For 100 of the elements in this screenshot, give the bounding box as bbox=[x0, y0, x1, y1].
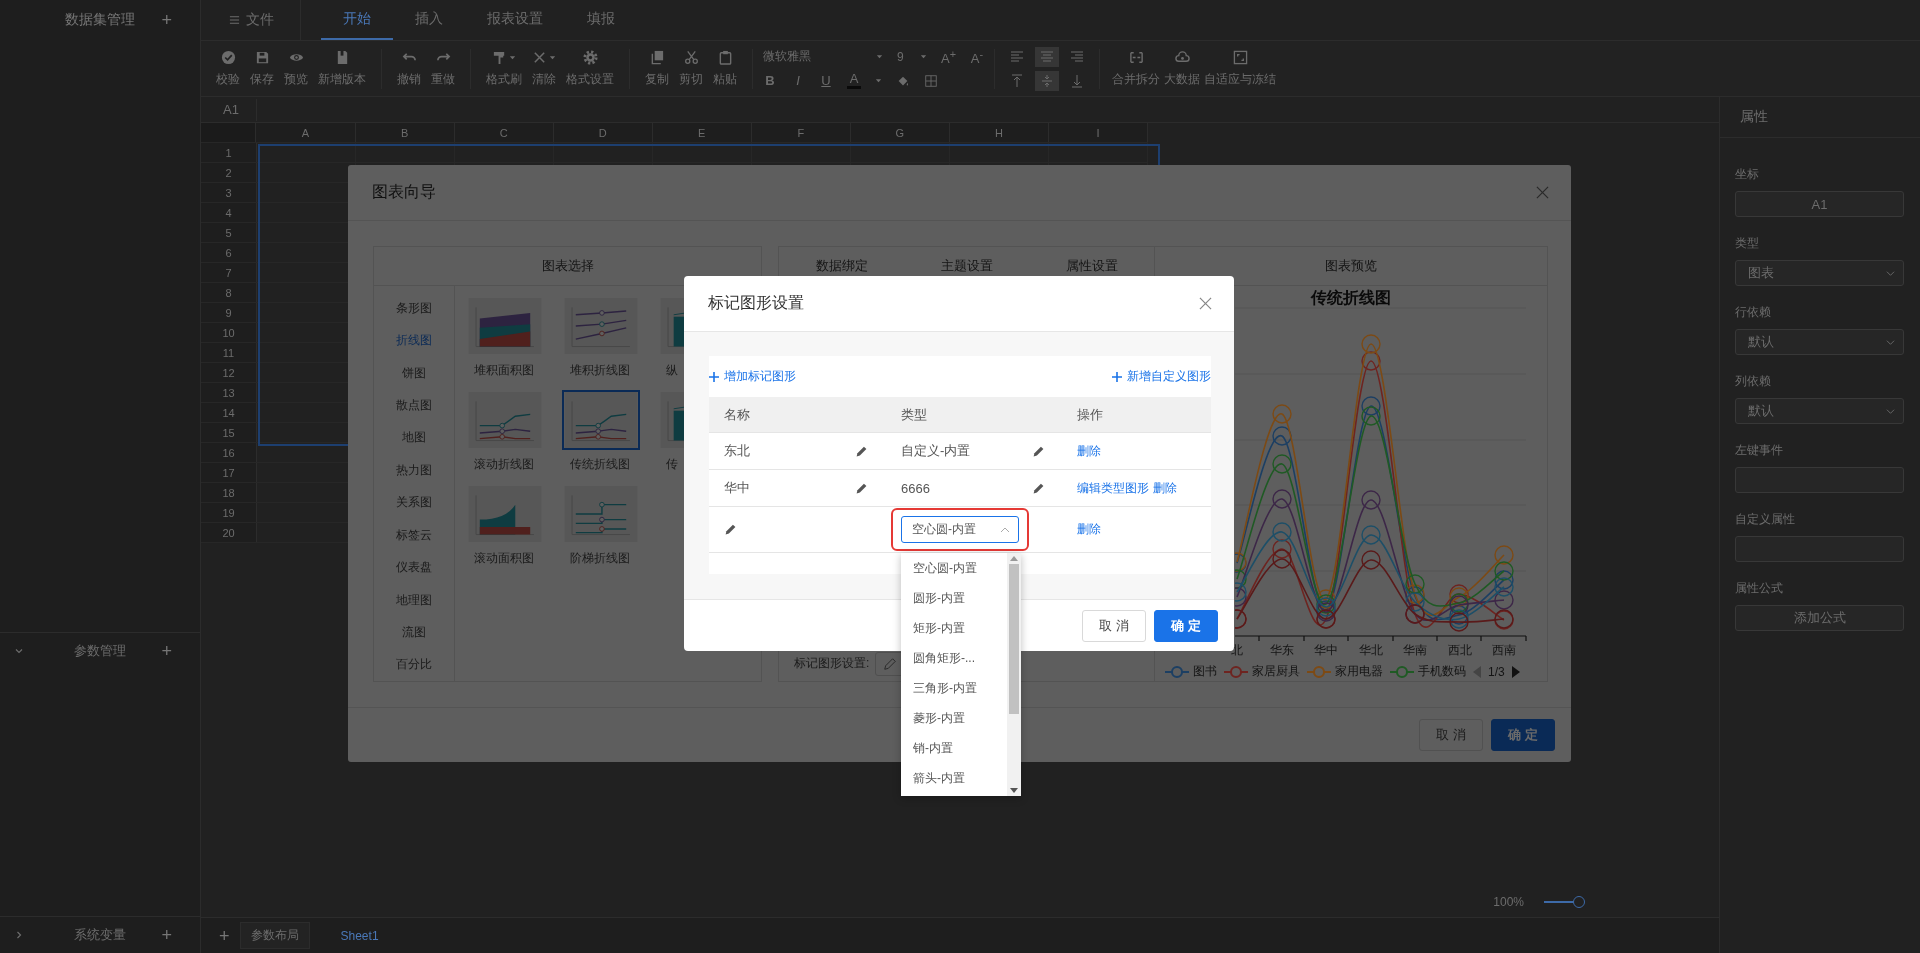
pencil-icon[interactable] bbox=[855, 481, 868, 495]
chart-category-item[interactable]: 热力图 bbox=[374, 454, 454, 487]
chart-type-option[interactable]: 滚动面积图 bbox=[466, 484, 544, 566]
dropdown-option[interactable]: 圆形-内置 bbox=[901, 583, 1007, 613]
cell-name-box[interactable]: A1 bbox=[206, 98, 257, 121]
dropdown-option[interactable]: 箭头-内置 bbox=[901, 763, 1007, 793]
toolbar-button[interactable]: 撤销 bbox=[392, 49, 426, 88]
align-button[interactable] bbox=[1035, 70, 1059, 91]
border-icon[interactable] bbox=[924, 73, 938, 88]
chart-type-option[interactable]: 传统折线图 bbox=[562, 390, 640, 472]
pencil-icon[interactable] bbox=[1032, 444, 1045, 458]
chart-type-option[interactable]: 堆积面积图 bbox=[466, 296, 544, 378]
chart-category-item[interactable]: 折线图 bbox=[374, 324, 454, 357]
chart-category-item[interactable]: 地图 bbox=[374, 421, 454, 455]
font-size-select[interactable]: 9 bbox=[897, 49, 927, 64]
dropdown-option[interactable]: 三角形-内置 bbox=[901, 673, 1007, 703]
add-button[interactable]: + bbox=[157, 926, 176, 944]
action-link[interactable]: 删除 bbox=[1153, 479, 1177, 497]
column-header[interactable]: D bbox=[553, 123, 653, 142]
shape-type-select[interactable]: 空心圆-内置 bbox=[901, 516, 1019, 543]
toolbar-button[interactable]: 粘贴 bbox=[708, 49, 742, 88]
decrease-font-button[interactable]: A$^{-}$ bbox=[970, 47, 984, 66]
dropdown-option[interactable]: 菱形-内置 bbox=[901, 703, 1007, 733]
action-link[interactable]: 删除 bbox=[1077, 442, 1101, 460]
font-select[interactable]: 微软雅黑 bbox=[763, 48, 883, 66]
column-header[interactable]: C bbox=[454, 123, 554, 142]
toolbar-button[interactable]: 剪切 bbox=[674, 49, 708, 88]
action-link[interactable]: 编辑类型图形 bbox=[1077, 479, 1149, 497]
settings-tab[interactable]: 属性设置 bbox=[1065, 257, 1118, 275]
chart-category-item[interactable]: 标签云 bbox=[374, 518, 454, 552]
toolbar-button[interactable]: 清除 bbox=[527, 49, 561, 88]
dropdown-option[interactable]: 销-内置 bbox=[901, 733, 1007, 763]
close-icon[interactable] bbox=[1536, 186, 1549, 199]
dropdown-option[interactable]: 矩形-内置 bbox=[901, 613, 1007, 643]
toolbar-button[interactable]: 预览 bbox=[279, 49, 313, 88]
chart-category-item[interactable]: 条形图 bbox=[374, 292, 454, 325]
chart-type-option[interactable]: 滚动折线图 bbox=[466, 390, 544, 472]
select-field[interactable]: 图表 bbox=[1735, 260, 1904, 286]
add-marker-link[interactable]: 增加标记图形 bbox=[709, 368, 796, 385]
pencil-icon[interactable] bbox=[855, 444, 868, 458]
select-field[interactable]: 默认 bbox=[1735, 329, 1904, 355]
sheet-tab[interactable]: Sheet1 bbox=[329, 923, 390, 948]
ribbon-tab[interactable]: 报表设置 bbox=[465, 0, 565, 40]
chart-type-option[interactable]: 堆积折线图 bbox=[562, 296, 640, 378]
font-color-button[interactable]: A bbox=[847, 72, 861, 90]
scrollbar[interactable] bbox=[1007, 553, 1021, 796]
scroll-down-icon[interactable] bbox=[1010, 788, 1018, 793]
next-page-icon[interactable] bbox=[1511, 665, 1520, 678]
scroll-up-icon[interactable] bbox=[1010, 556, 1018, 561]
column-header[interactable]: A bbox=[256, 123, 356, 142]
column-header[interactable]: F bbox=[751, 123, 851, 142]
dropdown-option[interactable]: 空心圆-内置 bbox=[901, 553, 1007, 583]
increase-font-button[interactable]: A$^{+}$ bbox=[941, 47, 956, 66]
cancel-button[interactable]: 取 消 bbox=[1082, 609, 1146, 642]
add-button[interactable]: + bbox=[157, 642, 176, 661]
italic-button[interactable]: I bbox=[791, 73, 805, 89]
add-sheet-button[interactable]: + bbox=[215, 926, 234, 945]
zoom-slider[interactable] bbox=[1544, 896, 1584, 908]
confirm-button[interactable]: 确 定 bbox=[1154, 609, 1218, 642]
column-header[interactable]: H bbox=[949, 123, 1049, 142]
toolbar-button[interactable]: 复制 bbox=[640, 49, 674, 88]
previous-page-icon[interactable] bbox=[1473, 665, 1481, 678]
chart-category-item[interactable]: 饼图 bbox=[374, 356, 454, 390]
sheet-tab[interactable]: 参数布局 bbox=[239, 922, 310, 949]
toolbar-button[interactable]: 格式设置 bbox=[561, 49, 619, 88]
add-custom-shape-link[interactable]: 新增自定义图形 bbox=[1112, 368, 1211, 385]
toolbar-button[interactable]: 重做 bbox=[426, 49, 460, 88]
chart-category-item[interactable]: 散点图 bbox=[374, 389, 454, 422]
chart-category-item[interactable]: 仪表盘 bbox=[374, 551, 454, 584]
settings-tab[interactable]: 数据绑定 bbox=[815, 257, 868, 275]
toolbar-button[interactable]: 自适应与冻结 bbox=[1202, 49, 1278, 88]
column-header[interactable]: B bbox=[355, 123, 455, 142]
pencil-icon[interactable] bbox=[1032, 481, 1045, 495]
toolbar-button[interactable]: 合并拆分 bbox=[1110, 49, 1162, 88]
underline-button[interactable]: U bbox=[819, 73, 833, 89]
chart-category-item[interactable]: 流图 bbox=[374, 616, 454, 649]
ribbon-tab[interactable]: 填报 bbox=[565, 0, 637, 40]
toolbar-button[interactable]: 校验 bbox=[211, 49, 245, 88]
add-button[interactable]: + bbox=[157, 11, 176, 29]
cancel-button[interactable]: 取 消 bbox=[1419, 719, 1483, 751]
toolbar-button[interactable]: 新增版本 bbox=[313, 49, 371, 88]
column-header[interactable]: E bbox=[652, 123, 752, 142]
bold-button[interactable]: B bbox=[763, 73, 777, 89]
toolbar-button[interactable]: 保存 bbox=[245, 49, 279, 88]
close-icon[interactable] bbox=[1199, 297, 1212, 310]
toolbar-button[interactable]: 格式刷 bbox=[481, 49, 527, 88]
action-link[interactable]: 删除 bbox=[1077, 521, 1101, 538]
align-button[interactable] bbox=[1035, 46, 1059, 67]
file-menu-button[interactable]: 文件 bbox=[201, 0, 301, 40]
confirm-button[interactable]: 确 定 bbox=[1491, 719, 1555, 751]
column-header[interactable]: G bbox=[850, 123, 950, 142]
add-formula-button[interactable]: 添加公式 bbox=[1735, 605, 1904, 631]
toolbar-button[interactable]: 大数据 bbox=[1162, 49, 1202, 88]
chart-category-item[interactable]: 关系图 bbox=[374, 486, 454, 519]
dropdown-option[interactable]: 圆角矩形-... bbox=[901, 643, 1007, 673]
chevron-right-icon[interactable] bbox=[14, 930, 24, 940]
chart-category-item[interactable]: 地理图 bbox=[374, 583, 454, 617]
settings-tab[interactable]: 主题设置 bbox=[940, 257, 993, 275]
ribbon-tab[interactable]: 插入 bbox=[393, 0, 465, 40]
chart-category-item[interactable]: 百分比 bbox=[374, 648, 454, 682]
